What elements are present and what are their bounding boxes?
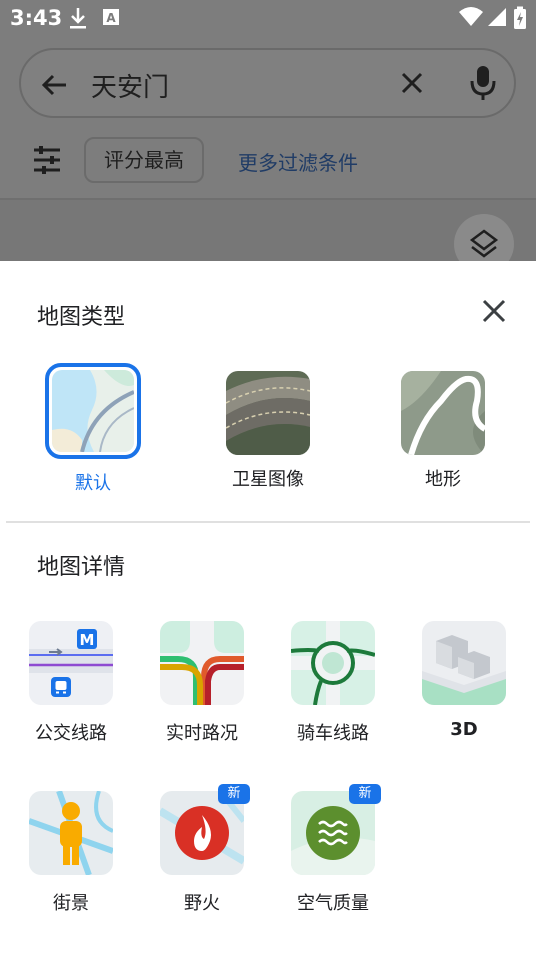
map-type-terrain-label: 地形 xyxy=(425,469,461,490)
bicycling-icon xyxy=(291,621,375,705)
filter-chip-top-rated[interactable]: 评分最高 xyxy=(84,137,204,183)
battery-charging-icon xyxy=(513,6,527,34)
status-bar: 3:43 A xyxy=(0,0,536,36)
map-type-default-label: 默认 xyxy=(75,473,111,494)
detail-transit-label: 公交线路 xyxy=(35,723,107,744)
detail-street-view-label: 街景 xyxy=(53,893,89,914)
wifi-icon xyxy=(458,6,484,32)
satellite-map-icon xyxy=(226,371,310,455)
default-map-icon xyxy=(52,370,134,452)
layers-bottom-sheet: 地图类型 默认 卫星图像 地形 地图详情 M 公交线路 实时路况 骑车线路 3D… xyxy=(0,261,536,954)
detail-traffic-label: 实时路况 xyxy=(166,723,238,744)
detail-wildfire-label: 野火 xyxy=(184,893,220,914)
search-query-text[interactable]: 天安门 xyxy=(91,67,169,104)
detail-3d[interactable]: 3D xyxy=(409,621,519,740)
3d-buildings-icon xyxy=(422,621,506,705)
detail-transit[interactable]: M 公交线路 xyxy=(16,621,126,745)
map-type-default-thumbnail[interactable] xyxy=(45,363,141,459)
detail-3d-thumbnail[interactable] xyxy=(422,621,506,705)
detail-street-view-thumbnail[interactable] xyxy=(29,791,113,875)
map-type-terrain-thumbnail[interactable] xyxy=(401,371,485,455)
detail-transit-thumbnail[interactable]: M xyxy=(29,621,113,705)
detail-air-quality-label: 空气质量 xyxy=(297,893,369,914)
search-bar[interactable]: 天安门 xyxy=(19,48,516,118)
layers-icon xyxy=(469,229,499,258)
more-filters-link[interactable]: 更多过滤条件 xyxy=(238,147,358,176)
detail-bicycling[interactable]: 骑车线路 xyxy=(278,621,388,745)
signal-icon xyxy=(486,6,508,32)
map-type-default[interactable]: 默认 xyxy=(33,363,153,495)
traffic-icon xyxy=(160,621,244,705)
microphone-icon[interactable] xyxy=(469,64,497,106)
svg-text:M: M xyxy=(80,631,95,649)
map-type-title: 地图类型 xyxy=(37,305,126,330)
map-details-title: 地图详情 xyxy=(37,555,126,580)
detail-bicycling-label: 骑车线路 xyxy=(297,723,369,744)
detail-wildfire[interactable]: 新 野火 xyxy=(147,784,257,915)
new-badge: 新 xyxy=(218,784,250,804)
map-type-terrain[interactable]: 地形 xyxy=(383,371,503,491)
status-time: 3:43 xyxy=(10,6,63,30)
section-divider xyxy=(6,521,530,523)
clear-icon[interactable] xyxy=(399,70,425,100)
detail-3d-label: 3D xyxy=(450,719,478,740)
close-icon[interactable] xyxy=(478,295,510,327)
svg-text:A: A xyxy=(106,11,116,25)
new-badge: 新 xyxy=(349,784,381,804)
map-type-satellite[interactable]: 卫星图像 xyxy=(208,371,328,491)
map-type-satellite-label: 卫星图像 xyxy=(232,469,304,490)
filter-sliders-icon[interactable] xyxy=(32,146,62,178)
terrain-map-icon xyxy=(401,371,485,455)
download-icon xyxy=(68,6,88,34)
detail-street-view[interactable]: 街景 xyxy=(16,791,126,915)
transit-icon: M xyxy=(29,621,113,705)
detail-bicycling-thumbnail[interactable] xyxy=(291,621,375,705)
detail-traffic[interactable]: 实时路况 xyxy=(147,621,257,745)
font-a-icon: A xyxy=(102,6,120,32)
map-type-satellite-thumbnail[interactable] xyxy=(226,371,310,455)
detail-traffic-thumbnail[interactable] xyxy=(160,621,244,705)
detail-air-quality[interactable]: 新 空气质量 xyxy=(278,784,388,915)
back-arrow-icon[interactable] xyxy=(39,70,69,104)
street-view-pegman-icon xyxy=(29,791,113,875)
